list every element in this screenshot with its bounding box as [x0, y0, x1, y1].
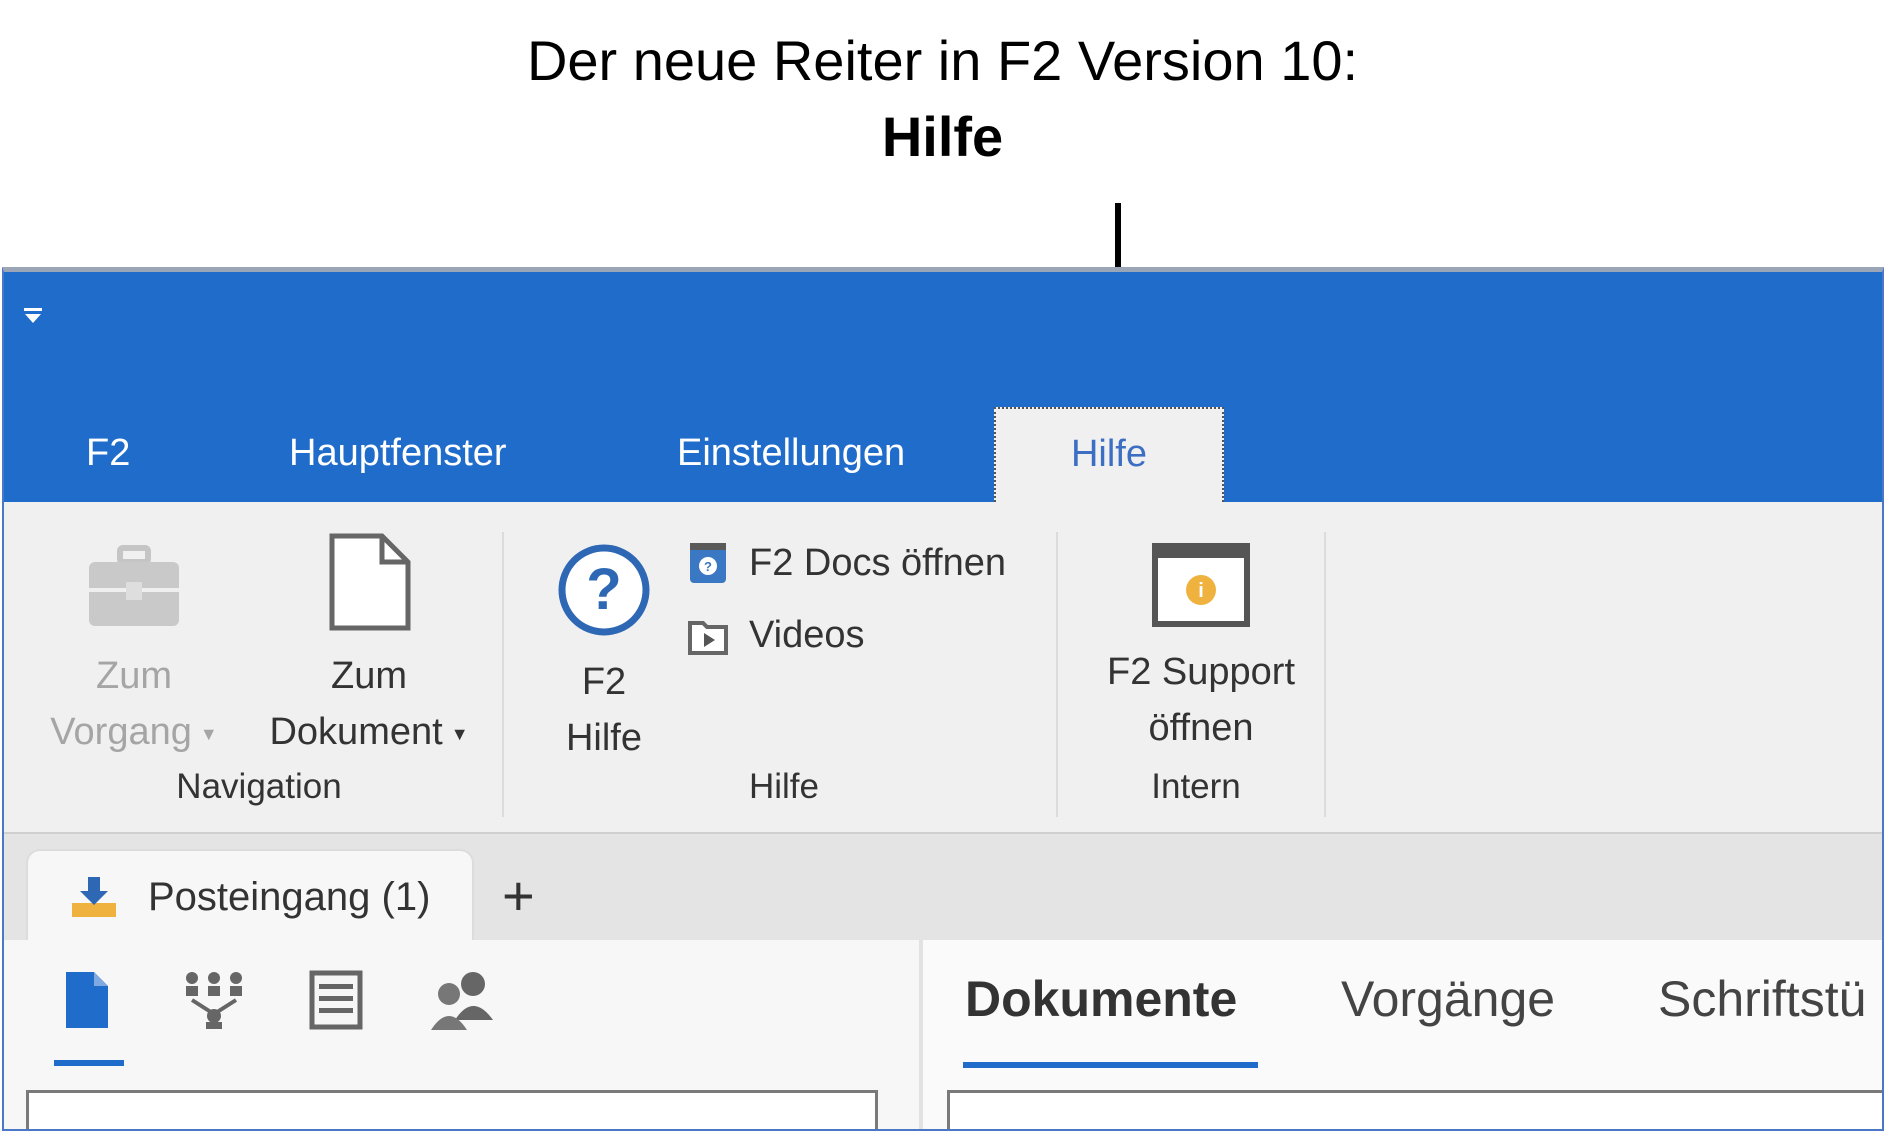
dropdown-arrow-icon[interactable]: [22, 306, 44, 326]
f2-hilfe-label-2: Hilfe: [565, 717, 643, 759]
f2-support-label-1: F2 Support: [1107, 651, 1295, 693]
question-circle-icon: ?: [558, 544, 650, 636]
f2-docs-label: F2 Docs öffnen: [749, 541, 1007, 584]
chevron-down-icon: ▼: [199, 723, 218, 744]
tab-schriftstuecke[interactable]: Schriftstü: [1658, 970, 1866, 1028]
document-icon[interactable]: [64, 970, 110, 1030]
left-pane: [4, 940, 919, 1129]
group-label-navigation: Navigation: [176, 767, 342, 806]
video-folder-icon: [688, 620, 728, 655]
group-separator: [1056, 532, 1058, 817]
users-icon[interactable]: [429, 970, 495, 1030]
tab-dokumente[interactable]: Dokumente: [965, 970, 1237, 1028]
list-icon[interactable]: [309, 970, 363, 1030]
tab-vorgaenge[interactable]: Vorgänge: [1341, 970, 1555, 1028]
right-pane: Dokumente Vorgänge Schriftstü: [923, 940, 1882, 1129]
zum-dokument-label-1: Zum: [331, 655, 407, 697]
zum-dokument-label-2: Dokument: [269, 711, 443, 753]
f2-hilfe-label-1: F2: [581, 661, 627, 703]
help-book-icon: ?: [690, 543, 726, 583]
f2-docs-button[interactable]: ? F2 Docs öffnen: [687, 540, 1006, 586]
videos-button[interactable]: Videos: [687, 614, 865, 657]
tab-f2[interactable]: F2: [86, 412, 130, 502]
inbox-download-icon: [72, 876, 116, 917]
group-label-intern: Intern: [1151, 767, 1241, 806]
tab-einstellungen[interactable]: Einstellungen: [677, 412, 905, 502]
chevron-down-icon: ▼: [450, 723, 469, 744]
add-tab-button[interactable]: +: [502, 856, 535, 936]
group-separator: [502, 532, 504, 817]
f2-support-label-2: öffnen: [1148, 707, 1254, 749]
org-chart-icon[interactable]: [182, 970, 246, 1030]
active-tab-indicator: [963, 1062, 1258, 1068]
videos-label: Videos: [749, 614, 865, 656]
zum-vorgang-label-2: Vorgang: [50, 711, 192, 753]
active-tab-indicator: [54, 1060, 124, 1066]
zum-vorgang-button[interactable]: Zum Vorgang ▼: [34, 542, 234, 762]
zum-dokument-button[interactable]: Zum Dokument ▼: [259, 532, 479, 762]
group-separator: [1324, 532, 1326, 817]
briefcase-icon: [89, 545, 179, 626]
tab-posteingang-label: Posteingang (1): [148, 875, 431, 919]
svg-text:i: i: [1198, 580, 1204, 602]
tab-hilfe[interactable]: Hilfe: [994, 407, 1224, 502]
info-window-icon: i: [1152, 543, 1250, 627]
document-search-input[interactable]: [947, 1090, 1882, 1129]
tab-posteingang[interactable]: Posteingang (1): [26, 849, 474, 944]
document-icon: [329, 533, 411, 631]
svg-text:?: ?: [586, 557, 621, 622]
group-label-hilfe: Hilfe: [748, 767, 820, 806]
svg-text:?: ?: [704, 559, 712, 574]
tab-hauptfenster[interactable]: Hauptfenster: [289, 412, 507, 502]
caption-line-1: Der neue Reiter in F2 Version 10:: [526, 29, 1359, 92]
content-area: Dokumente Vorgänge Schriftstü: [4, 940, 1882, 1129]
application-window: F2 Hauptfenster Einstellungen Hilfe Zum …: [2, 267, 1884, 1131]
f2-support-button[interactable]: i F2 Support öffnen: [1086, 542, 1316, 756]
search-input[interactable]: [26, 1090, 878, 1129]
title-bar: F2 Hauptfenster Einstellungen Hilfe: [4, 272, 1882, 502]
zum-vorgang-label-1: Zum: [96, 655, 172, 697]
caption-line-2: Hilfe: [881, 105, 1004, 168]
ribbon: Zum Vorgang ▼ Zum Dokument ▼ Navigation ? …: [4, 502, 1882, 832]
f2-hilfe-button[interactable]: ? F2 Hilfe: [549, 542, 659, 766]
document-tab-strip: Posteingang (1) +: [4, 832, 1882, 944]
